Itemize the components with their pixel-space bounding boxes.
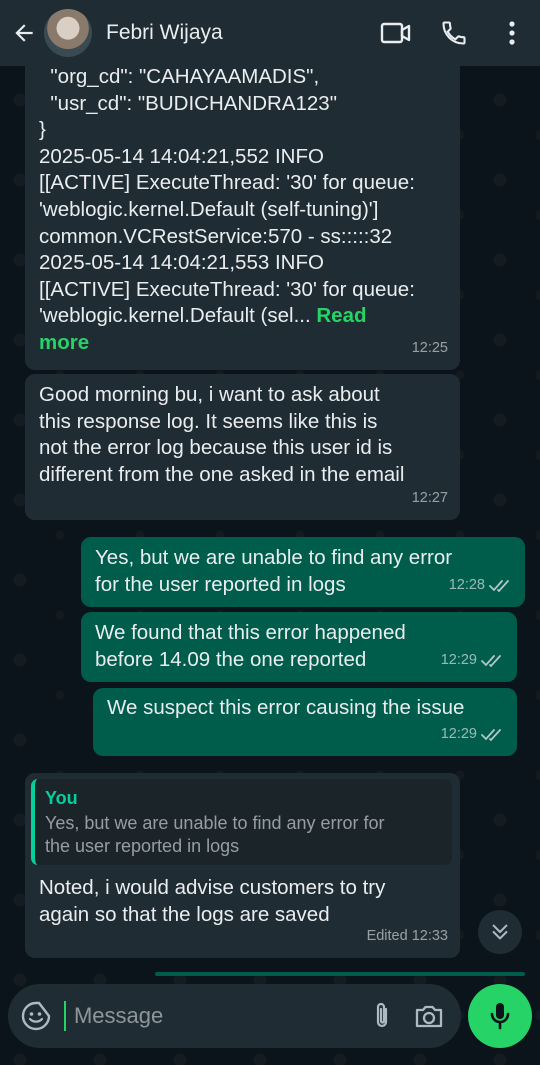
message-time: 12:29 (441, 647, 505, 674)
scroll-to-bottom-button[interactable] (478, 910, 522, 954)
message-time-text: 12:27 (411, 490, 448, 507)
message-bubble[interactable]: You Yes, but we are unable to find any e… (25, 773, 460, 958)
message-time: 12:28 (449, 572, 513, 599)
message-bubble[interactable]: Good morning bu, i want to ask about thi… (25, 374, 460, 520)
next-message-edge (155, 972, 525, 976)
attachment-icon[interactable] (362, 994, 402, 1038)
voice-call-icon[interactable] (430, 9, 478, 57)
message-bubble[interactable]: We suspect this error causing the issue … (93, 688, 517, 756)
message-time: Edited 12:33 (367, 923, 448, 950)
double-chevron-down-icon (492, 924, 508, 940)
microphone-icon (490, 1003, 510, 1030)
message-text: Noted, i would advise customers to try a… (39, 876, 386, 926)
camera-icon[interactable] (409, 994, 449, 1038)
message-time-text: 12:25 (411, 340, 448, 357)
message-text: "org_cd": "CAHAYAAMADIS", "usr_cd": "BUD… (39, 64, 448, 357)
contact-name[interactable]: Febri Wijaya (106, 21, 372, 45)
chat-header: Febri Wijaya (0, 0, 540, 66)
sticker-icon[interactable] (18, 996, 54, 1036)
double-check-icon (481, 728, 501, 742)
message-input[interactable] (63, 1001, 362, 1031)
more-options-icon[interactable] (488, 9, 536, 57)
message-text: Good morning bu, i want to ask about thi… (39, 383, 405, 486)
message-text: We suspect this error causing the issue (107, 696, 465, 719)
back-arrow-icon[interactable] (4, 13, 44, 53)
video-call-icon[interactable] (372, 9, 420, 57)
message-time-text: 12:28 (448, 577, 485, 594)
quoted-author: You (45, 788, 78, 808)
double-check-icon (481, 654, 501, 668)
message-composer (8, 984, 461, 1048)
microphone-button[interactable] (468, 984, 532, 1048)
avatar[interactable] (44, 9, 92, 57)
message-bubble[interactable]: "org_cd": "CAHAYAAMADIS", "usr_cd": "BUD… (25, 40, 460, 370)
message-time-text: 12:29 (440, 652, 477, 669)
message-bubble[interactable]: Yes, but we are unable to find any error… (81, 537, 525, 607)
log-text: "org_cd": "CAHAYAAMADIS", "usr_cd": "BUD… (39, 65, 415, 328)
message-bubble[interactable]: We found that this error happened before… (81, 612, 517, 682)
quoted-message[interactable]: You Yes, but we are unable to find any e… (31, 779, 452, 865)
message-time: 12:27 (412, 485, 448, 512)
double-check-icon (489, 579, 509, 593)
quoted-text: Yes, but we are unable to find any error… (45, 813, 385, 856)
message-time-text: 12:29 (440, 726, 477, 743)
message-time: 12:25 (412, 335, 448, 362)
message-time-text: Edited 12:33 (366, 928, 448, 945)
message-time: 12:29 (441, 721, 505, 748)
